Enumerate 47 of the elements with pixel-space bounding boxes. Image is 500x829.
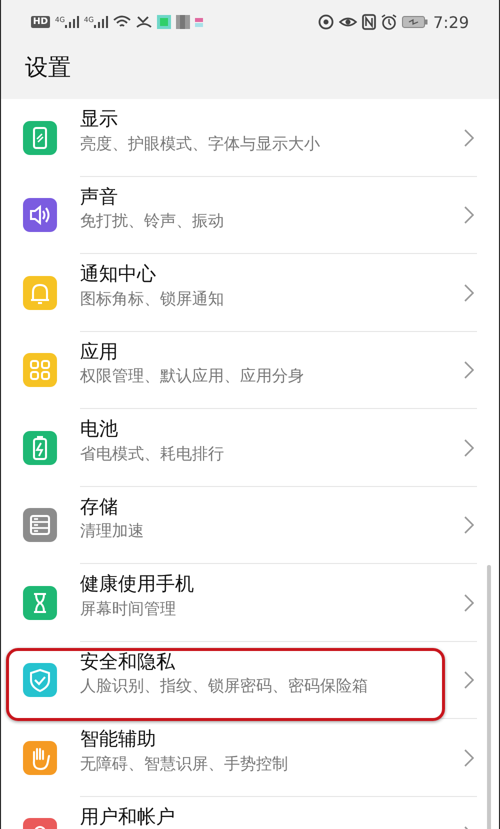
chevron-right-icon [464,671,474,690]
nfc-icon [362,14,376,30]
hd-indicator: HD [31,16,50,28]
chevron-right-icon [464,438,474,457]
item-title: 应用 [80,342,119,362]
item-title: 智能辅助 [80,729,157,750]
item-subtitle: 清理加速 [80,521,145,542]
item-title: 健康使用手机 [80,574,195,595]
chevron-right-icon [464,206,474,224]
chevron-right-icon [464,361,474,380]
eye-icon [339,15,358,29]
signal-icon [64,16,79,28]
item-title: 用户和帐户 [80,806,176,828]
item-title: 安全和隐私 [80,652,176,672]
settings-item[interactable]: 应用 权限管理、默认应用、应用分身 [1,332,499,409]
item-subtitle: 亮度、护眼模式、字体与显示大小 [80,134,321,155]
item-subtitle: 屏幕时间管理 [80,598,177,620]
item-subtitle: 省电模式、耗电排行 [80,444,225,465]
item-subtitle: 图标角标、锁屏通知 [80,288,225,310]
item-title: 通知中心 [80,264,157,285]
alarm-icon [381,14,398,30]
chevron-right-icon [464,748,474,767]
settings-item[interactable]: 通知中心 图标角标、锁屏通知 [1,254,499,332]
settings-item[interactable]: 健康使用手机 屏幕时间管理 [1,564,499,642]
item-title: 显示 [80,109,119,130]
settings-item[interactable]: 声音 免打扰、铃声、振动 [1,176,499,254]
settings-item[interactable]: 电池 省电模式、耗电排行 [1,409,499,486]
settings-item[interactable]: 显示 亮度、护眼模式、字体与显示大小 [1,99,499,176]
item-subtitle: 人脸识别、指纹、锁屏密码、密码保险箱 [80,676,369,698]
chevron-right-icon [464,128,474,147]
item-subtitle: 免打扰、铃声、振动 [80,211,225,232]
item-subtitle: 权限管理、默认应用、应用分身 [80,366,305,388]
signal-icon [94,16,108,28]
missed-call-icon [136,15,152,29]
item-title: 声音 [80,186,119,208]
settings-item[interactable]: 存储 清理加速 [1,486,499,564]
clock-time: 7:29 [433,12,469,32]
page-title: 设置 [24,54,72,83]
chevron-right-icon [464,284,474,302]
chevron-right-icon [464,516,474,534]
item-title: 电池 [80,419,119,440]
item-subtitle: 无障碍、智慧识屏、手势控制 [80,754,289,775]
battery-icon [402,16,428,28]
item-title: 存储 [80,496,119,518]
wifi-icon [112,15,131,29]
chevron-right-icon [464,594,474,612]
settings-item[interactable]: 智能辅助 无障碍、智慧识屏、手势控制 [1,719,499,796]
